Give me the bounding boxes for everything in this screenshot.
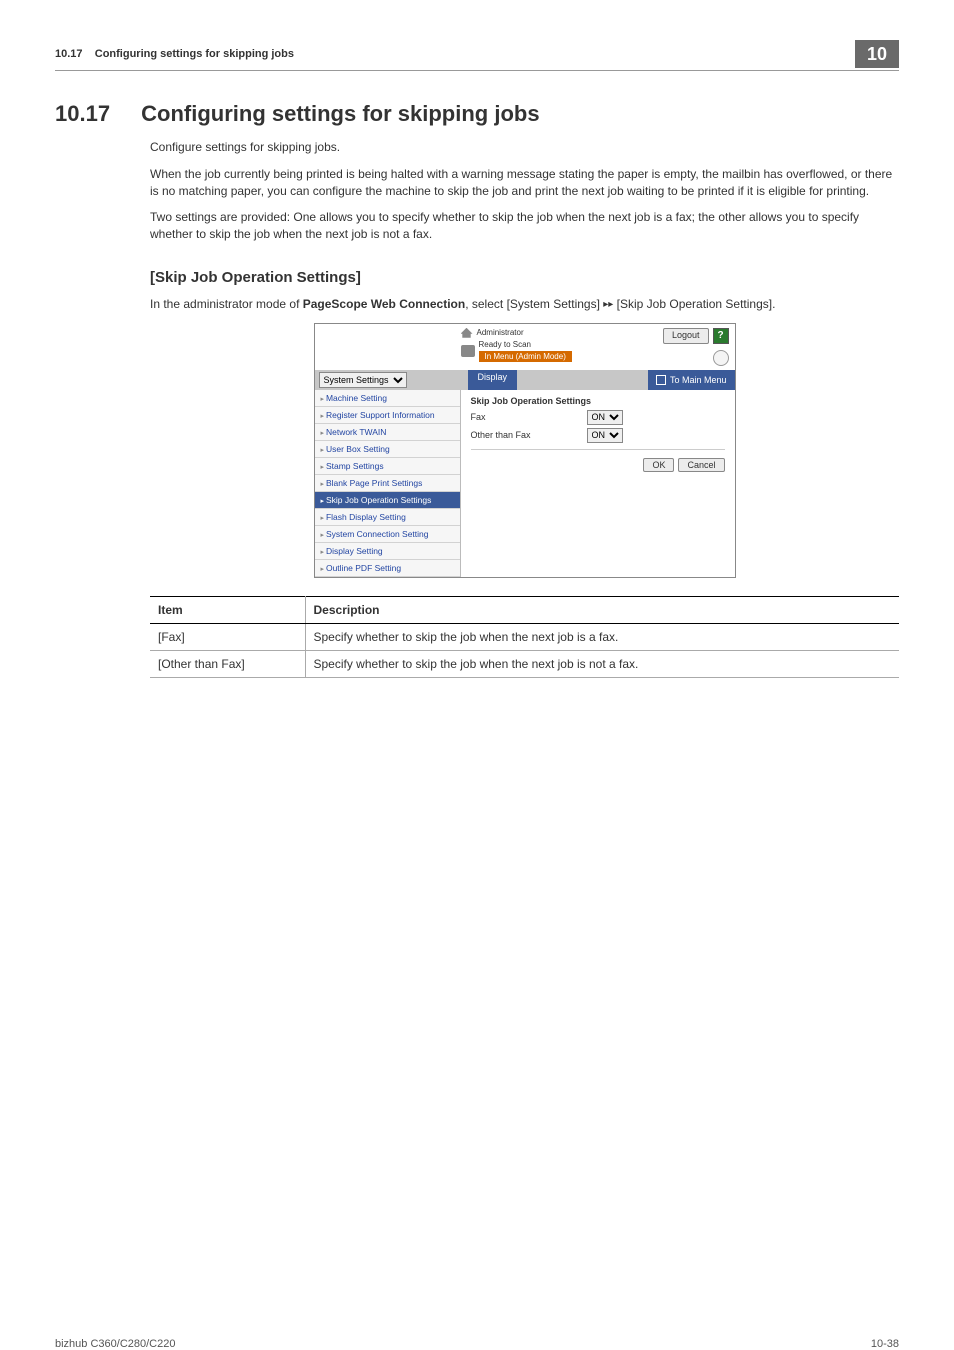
- footer-model: bizhub C360/C280/C220: [55, 1338, 175, 1350]
- footer-page: 10-38: [871, 1338, 899, 1350]
- ok-button[interactable]: OK: [643, 458, 674, 472]
- to-main-menu-button[interactable]: To Main Menu: [648, 370, 735, 390]
- sidebar: Machine Setting Register Support Informa…: [315, 390, 461, 577]
- h2-skip-job: [Skip Job Operation Settings]: [150, 269, 899, 286]
- intro-p3: Two settings are provided: One allows yo…: [150, 209, 899, 243]
- td-fax: [Fax]: [150, 623, 305, 650]
- instruction: In the administrator mode of PageScope W…: [150, 296, 899, 313]
- other-than-fax-label: Other than Fax: [471, 430, 581, 440]
- td-fax-desc: Specify whether to skip the job when the…: [305, 623, 899, 650]
- main-menu-icon: [656, 375, 666, 385]
- sidebar-item-stamp[interactable]: Stamp Settings: [315, 458, 460, 475]
- intro-p2: When the job currently being printed is …: [150, 166, 899, 200]
- sidebar-item-register-support[interactable]: Register Support Information: [315, 407, 460, 424]
- sidebar-item-outline-pdf[interactable]: Outline PDF Setting: [315, 560, 460, 577]
- other-than-fax-select[interactable]: ON: [587, 428, 623, 443]
- pane-heading: Skip Job Operation Settings: [471, 396, 725, 406]
- gear-icon[interactable]: [713, 350, 729, 366]
- sidebar-item-blank-page[interactable]: Blank Page Print Settings: [315, 475, 460, 492]
- sidebar-item-display-setting[interactable]: Display Setting: [315, 543, 460, 560]
- orange-mode-bar: In Menu (Admin Mode): [479, 351, 572, 362]
- fax-label: Fax: [471, 412, 581, 422]
- screenshot-panel: Administrator Ready to Scan In Menu (Adm…: [314, 323, 736, 578]
- sidebar-item-machine-setting[interactable]: Machine Setting: [315, 390, 460, 407]
- display-tab[interactable]: Display: [468, 370, 518, 390]
- header-section-title: Configuring settings for skipping jobs: [95, 48, 294, 60]
- fax-select[interactable]: ON: [587, 410, 623, 425]
- running-header: 10.17 Configuring settings for skipping …: [55, 40, 899, 71]
- td-other-desc: Specify whether to skip the job when the…: [305, 650, 899, 677]
- sidebar-item-user-box[interactable]: User Box Setting: [315, 441, 460, 458]
- intro-p1: Configure settings for skipping jobs.: [150, 139, 899, 156]
- header-section-num: 10.17: [55, 48, 83, 60]
- th-item: Item: [150, 596, 305, 623]
- category-dropdown[interactable]: System Settings: [319, 372, 407, 388]
- h1: 10.17 Configuring settings for skipping …: [55, 101, 899, 127]
- admin-home-icon: [461, 328, 473, 338]
- cancel-button[interactable]: Cancel: [678, 458, 724, 472]
- help-icon[interactable]: ?: [713, 328, 729, 344]
- admin-label: Administrator: [477, 328, 524, 337]
- h1-title: Configuring settings for skipping jobs: [141, 101, 539, 126]
- ready-label: Ready to Scan: [479, 340, 572, 349]
- chapter-badge: 10: [855, 40, 899, 68]
- sidebar-item-system-connection[interactable]: System Connection Setting: [315, 526, 460, 543]
- page-footer: bizhub C360/C280/C220 10-38: [0, 1338, 954, 1350]
- td-other: [Other than Fax]: [150, 650, 305, 677]
- sidebar-item-network-twain[interactable]: Network TWAIN: [315, 424, 460, 441]
- logout-button[interactable]: Logout: [663, 328, 709, 344]
- th-description: Description: [305, 596, 899, 623]
- sidebar-item-flash-display[interactable]: Flash Display Setting: [315, 509, 460, 526]
- h1-num: 10.17: [55, 101, 135, 127]
- description-table: Item Description [Fax] Specify whether t…: [150, 596, 899, 678]
- printer-icon: [461, 345, 475, 357]
- sidebar-item-skip-job[interactable]: Skip Job Operation Settings: [315, 492, 460, 509]
